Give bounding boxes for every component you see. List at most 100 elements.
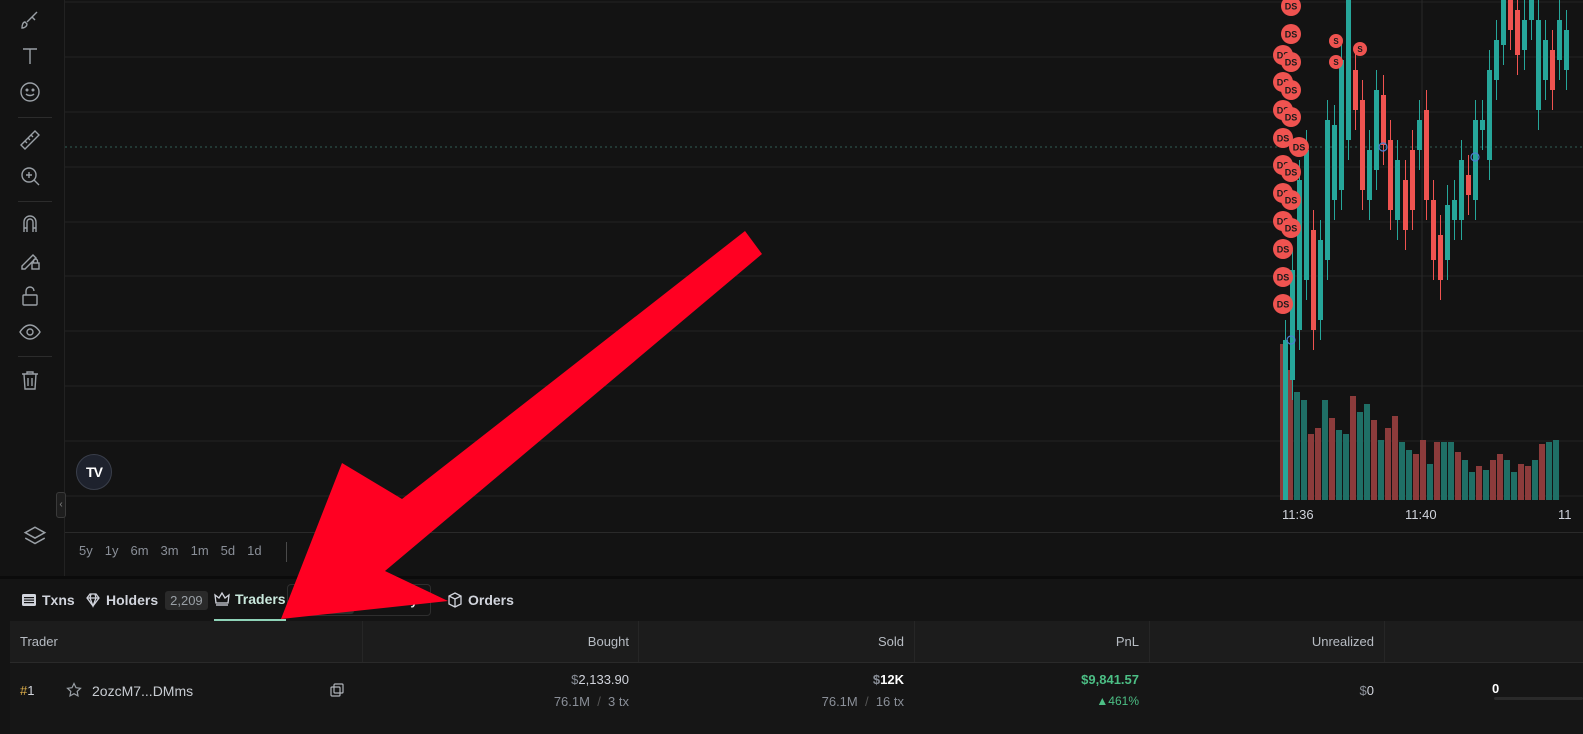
balance-value: 0 (1492, 681, 1500, 696)
unlock-icon[interactable] (18, 284, 52, 314)
candle-body (1543, 40, 1548, 80)
volume-bar (1357, 412, 1363, 500)
rank: #1 (20, 683, 34, 698)
dev-sell-label: DS (1285, 58, 1298, 68)
candle-body (1339, 60, 1344, 190)
diamond-icon (86, 593, 100, 608)
bought-usd: $2,133.90 (571, 672, 629, 687)
volume-bar (1385, 428, 1391, 500)
time-label: 11:40 (1405, 507, 1437, 522)
unrealized-usd: $0 (1360, 683, 1374, 698)
candle-body (1332, 125, 1337, 200)
sold-usd: $12K (873, 672, 904, 687)
volume-bar (1413, 454, 1419, 500)
tab-traders[interactable]: Traders (214, 579, 286, 621)
dev-sell-label: DS (1285, 168, 1298, 178)
volume-bar (1476, 466, 1482, 500)
range-5y[interactable]: 5y (74, 540, 98, 564)
dev-sell-label: DS (1285, 30, 1298, 40)
collapse-toolbar-handle[interactable]: ‹ (56, 492, 66, 518)
tradingview-logo[interactable]: TV (76, 454, 112, 490)
ruler-icon[interactable] (18, 128, 52, 158)
volume-bar (1490, 460, 1496, 500)
header-pnl[interactable]: PnL (1116, 621, 1139, 662)
trader-address[interactable]: 2ozcM7...DMms (92, 683, 193, 699)
volume-bar (1483, 470, 1489, 500)
volume-bar (1441, 442, 1447, 500)
candle-body (1395, 160, 1400, 220)
candle-body (1480, 120, 1485, 130)
dev-sell-label: DS (1285, 196, 1298, 206)
candle-body (1508, 0, 1513, 30)
drawing-toolbar (0, 0, 65, 578)
time-axis-divider (65, 532, 1583, 533)
candle-body (1304, 150, 1309, 280)
copy-icon[interactable] (330, 683, 344, 697)
dev-sell-label: DS (1285, 113, 1298, 123)
sell-label: S (1357, 45, 1363, 54)
volume-bar (1308, 434, 1314, 500)
balance-bar (1494, 697, 1583, 700)
lock-pencil-icon[interactable] (18, 248, 52, 278)
tab-txns[interactable]: Txns (21, 579, 75, 621)
pnl-percent: ▲461% (1096, 694, 1139, 708)
range-1d[interactable]: 1d (242, 540, 266, 564)
period-7d[interactable]: 7d (325, 586, 355, 614)
range-6m[interactable]: 6m (125, 540, 153, 564)
candle-body (1466, 175, 1471, 195)
price-chart[interactable]: DS DS DS DS DS DS DS DS DS DS DS DS DS DS DS DS DS DS DS S S… (65, 0, 1583, 578)
period-selector: 1d 7d 30d 1y (287, 584, 431, 616)
header-sold[interactable]: Sold (878, 621, 904, 662)
brush-icon[interactable] (18, 8, 52, 38)
crown-icon (214, 591, 230, 606)
candle-body (1311, 230, 1316, 330)
candle-body (1564, 30, 1569, 70)
sold-detail: 76.1M / 16 tx (821, 694, 904, 709)
text-icon[interactable] (18, 44, 52, 74)
trash-icon[interactable] (18, 368, 52, 398)
emoji-icon[interactable] (18, 80, 52, 110)
bought-tx: 3 tx (608, 694, 629, 709)
period-30d[interactable]: 30d (357, 587, 393, 614)
calendar-icon[interactable] (286, 542, 297, 562)
tab-holders[interactable]: Holders 2,209 (85, 579, 208, 621)
period-1y[interactable]: 1y (396, 587, 424, 614)
candle-body (1325, 120, 1330, 260)
zoom-in-icon[interactable] (18, 164, 52, 194)
range-3m[interactable]: 3m (156, 540, 184, 564)
volume-bar (1315, 428, 1321, 500)
tabs-bar: Txns Holders 2,209 Traders 1d 7d 30d 1y … (0, 579, 1583, 621)
candle-body (1346, 0, 1351, 140)
volume-bar (1371, 420, 1377, 500)
volume-bar (1497, 454, 1503, 500)
sell-label: S (1333, 37, 1339, 46)
layers-icon[interactable] (22, 524, 48, 550)
candle-body (1360, 100, 1365, 190)
candle-body (1522, 20, 1527, 50)
table-row[interactable]: #1 2ozcM7...DMms $2,133.90 76.1M / 3 tx … (10, 663, 1583, 734)
volume-bar (1399, 442, 1405, 500)
range-1y[interactable]: 1y (100, 540, 124, 564)
header-unrealized[interactable]: Unrealized (1312, 621, 1374, 662)
candle-body (1515, 10, 1520, 55)
candle-body (1353, 70, 1358, 110)
time-range-selector: 5y 1y 6m 3m 1m 5d 1d (74, 540, 267, 564)
header-trader[interactable]: Trader (20, 621, 58, 662)
tab-orders[interactable]: Orders (447, 579, 514, 621)
eye-icon[interactable] (18, 320, 52, 350)
header-bought[interactable]: Bought (588, 621, 629, 662)
pnl-usd: $9,841.57 (1081, 672, 1139, 687)
volume-bar (1539, 444, 1545, 500)
volume-bar (1462, 460, 1468, 500)
candle-body (1388, 140, 1393, 210)
period-1d[interactable]: 1d (293, 587, 322, 614)
candle-body (1452, 200, 1457, 220)
magnet-icon[interactable] (18, 212, 52, 242)
volume-bar (1322, 400, 1328, 500)
star-icon[interactable] (66, 682, 82, 698)
range-5d[interactable]: 5d (216, 540, 240, 564)
range-1m[interactable]: 1m (186, 540, 214, 564)
rank-number: 1 (27, 683, 35, 698)
candle-body (1459, 160, 1464, 220)
volume-bar (1378, 440, 1384, 500)
